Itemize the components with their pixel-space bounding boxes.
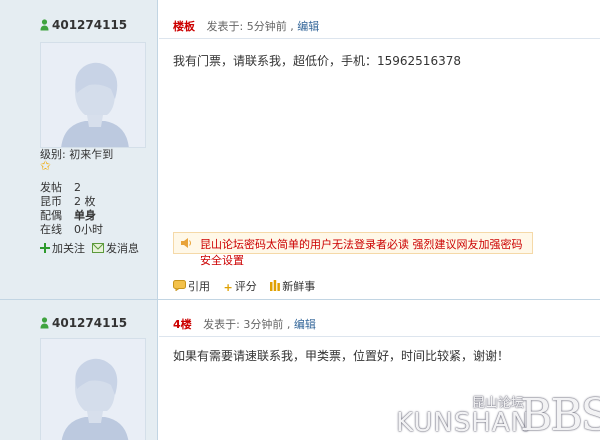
- follow-button[interactable]: 加关注: [40, 240, 85, 256]
- post-content: 如果有需要请速联系我，甲类票，位置好，时间比较紧，谢谢！: [173, 349, 510, 363]
- security-notice[interactable]: 昆山论坛密码太简单的用户无法登录者必读 强烈建议网友加强密码安全设置: [173, 232, 533, 267]
- share-fresh-button[interactable]: 新鲜事: [270, 278, 315, 294]
- floor-label[interactable]: 楼板: [173, 20, 195, 33]
- watermark-chinese: 昆山论坛: [472, 396, 525, 411]
- watermark-bbs: BBS: [520, 390, 600, 440]
- online-user-icon: [40, 19, 49, 31]
- author-sidebar: 401274115: [0, 300, 158, 440]
- divider: [159, 336, 600, 337]
- online-user-icon: [40, 317, 49, 329]
- send-message-button[interactable]: 发消息: [92, 240, 139, 256]
- stat-online: 在线 0小时: [40, 223, 103, 236]
- post-time: 发表于: 3分钟前: [203, 318, 284, 331]
- edit-link[interactable]: 编辑: [294, 318, 316, 331]
- username-link[interactable]: 401274115: [52, 316, 127, 330]
- edit-link[interactable]: 编辑: [297, 20, 319, 33]
- post-time: 发表于: 5分钟前: [206, 20, 287, 33]
- divider: [159, 38, 600, 39]
- author-sidebar: 401274115 级别: 初来乍到 ✩ 发帖 2 昆币 2 枚 配偶 单身 在线 0小…: [0, 0, 158, 299]
- message-icon: [92, 242, 104, 256]
- speaker-icon: [180, 237, 192, 252]
- watermark-latin: KUNSHAN: [396, 408, 532, 438]
- rate-button[interactable]: + 评分: [224, 278, 257, 294]
- username-link[interactable]: 401274115: [52, 18, 127, 32]
- star-icon: ✩: [40, 159, 51, 174]
- quote-button[interactable]: 引用: [173, 278, 210, 294]
- floor-label[interactable]: 4楼: [173, 318, 192, 331]
- quote-icon: [173, 280, 186, 294]
- post-1: 401274115 级别: 初来乍到 ✩ 发帖 2 昆币 2 枚 配偶 单身 在线 0小…: [0, 0, 600, 300]
- avatar[interactable]: [40, 42, 146, 148]
- plus-one-icon: +: [223, 280, 233, 294]
- post-meta: 4楼 发表于: 3分钟前 , 编辑: [173, 318, 316, 331]
- post-content: 我有门票，请联系我，超低价，手机：15962516378: [173, 54, 461, 68]
- post-body: 楼板 发表于: 5分钟前 , 编辑 我有门票，请联系我，超低价，手机：15962…: [159, 0, 600, 299]
- post-actions: 引用 + 评分 新鲜事: [173, 278, 325, 294]
- post-meta: 楼板 发表于: 5分钟前 , 编辑: [173, 20, 320, 33]
- bars-icon: [270, 280, 281, 294]
- avatar[interactable]: [40, 338, 146, 440]
- plus-icon: [40, 242, 50, 256]
